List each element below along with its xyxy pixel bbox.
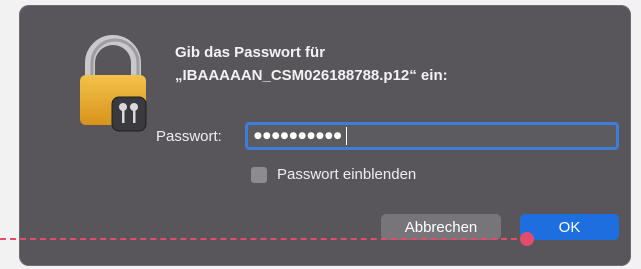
password-field[interactable]: ●●●●●●●●●●	[245, 122, 619, 150]
annotation-marker-dot	[520, 232, 534, 246]
annotation-dashed-line	[0, 238, 527, 240]
keychain-lock-icon	[68, 35, 158, 135]
password-label: Passwort:	[156, 128, 222, 145]
password-masked-value: ●●●●●●●●●●	[254, 131, 343, 141]
show-password-label[interactable]: Passwort einblenden	[277, 166, 416, 183]
prompt-line-1: Gib das Passwort für	[175, 44, 326, 61]
ok-button[interactable]: OK	[520, 214, 619, 240]
dialog-prompt: Gib das Passwort für „IBAAAAAN_CSM026188…	[175, 41, 615, 87]
prompt-line-2: „IBAAAAAN_CSM026188788.p12“ ein:	[175, 67, 448, 84]
cancel-button[interactable]: Abbrechen	[381, 214, 501, 240]
text-caret	[345, 127, 347, 145]
show-password-checkbox[interactable]	[251, 167, 267, 183]
